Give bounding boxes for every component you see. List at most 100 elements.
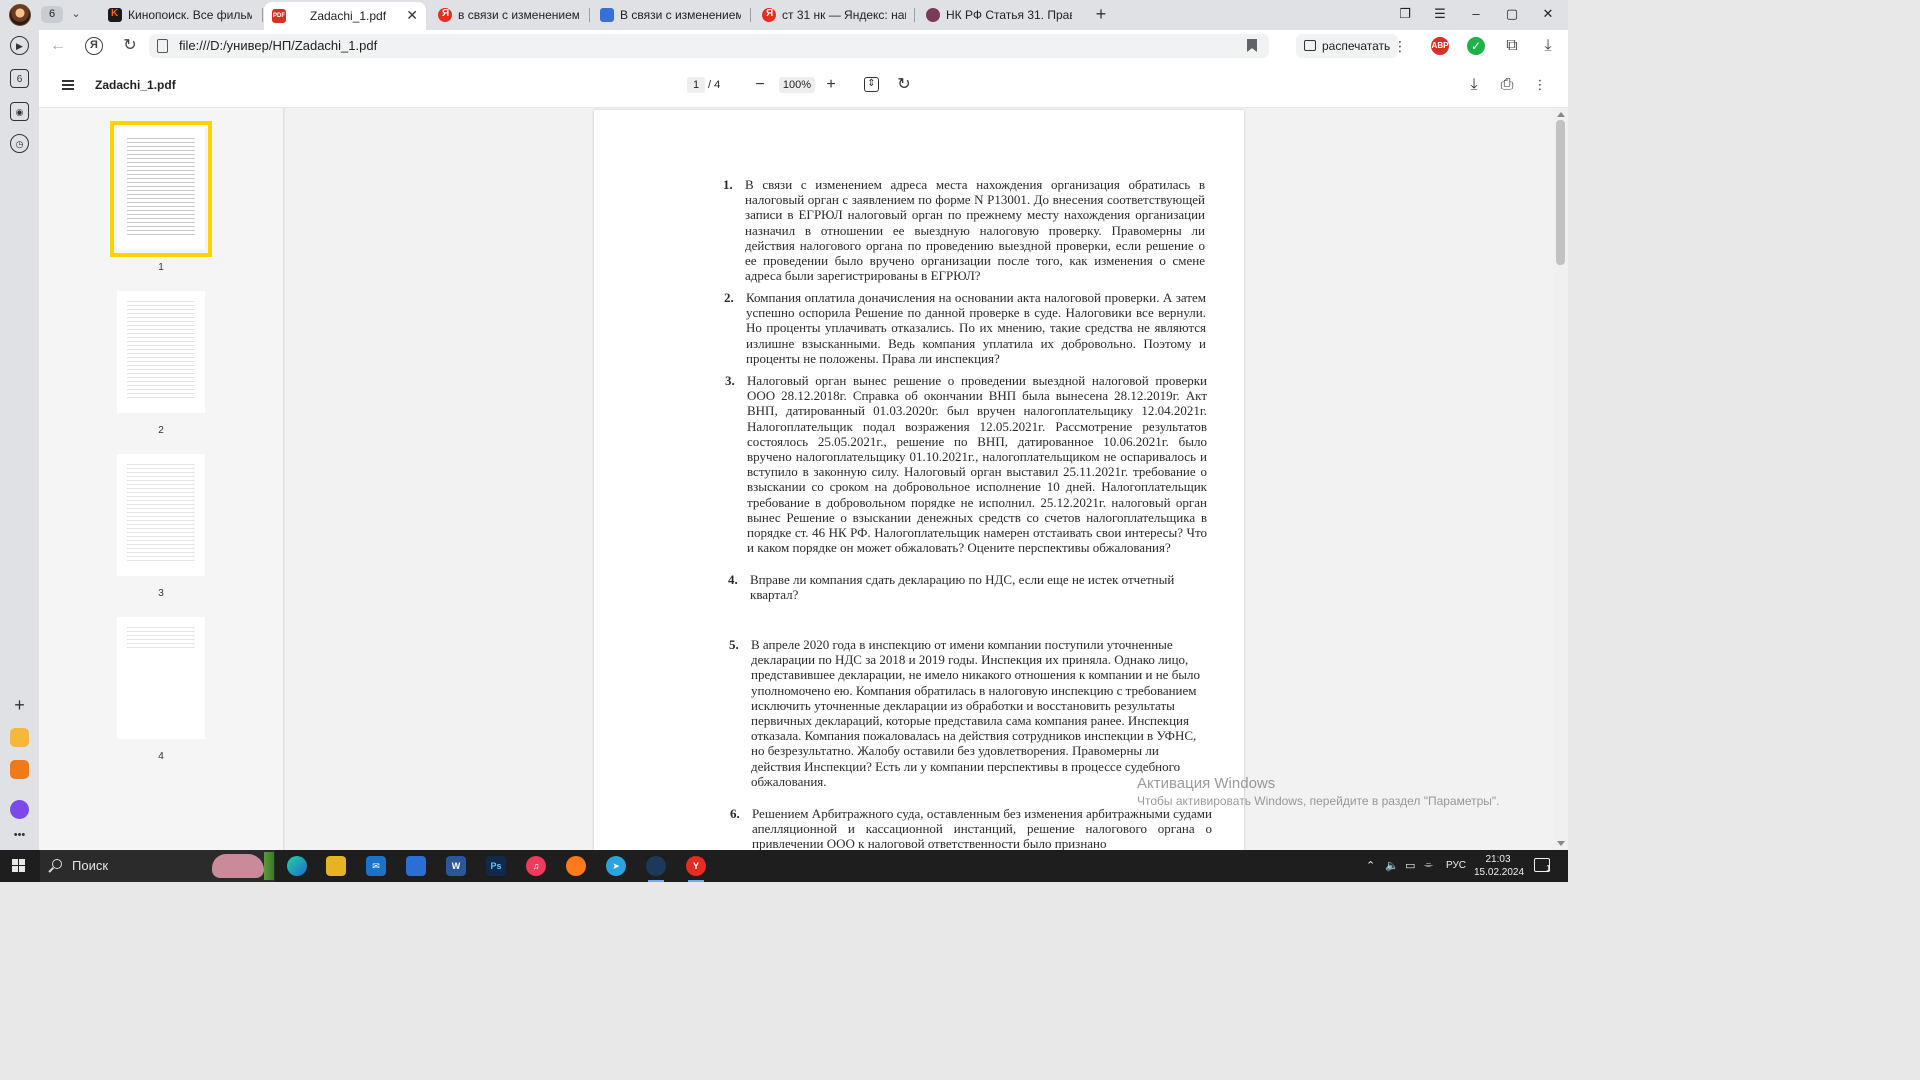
current-page-input[interactable]: 1 xyxy=(687,77,705,93)
word-app-icon[interactable]: W xyxy=(446,856,466,876)
tab-label: в связи с изменением адр xyxy=(458,8,579,22)
activation-watermark-text: Чтобы активировать Windows, перейдите в … xyxy=(1137,794,1500,808)
tab-separator xyxy=(914,8,915,22)
clock-date: 15.02.2024 xyxy=(1474,867,1525,878)
question-text: Налоговый орган вынес решение о проведен… xyxy=(747,373,1207,556)
url-field[interactable]: file:///D:/универ/НП/Zadachi_1.pdf xyxy=(149,34,1269,58)
download-icon[interactable]: ⤓ xyxy=(1464,75,1484,95)
system-clock[interactable]: 21:03 15.02.2024 xyxy=(1474,853,1525,879)
thumbnail-label: 4 xyxy=(158,751,164,762)
thumbnail-label: 1 xyxy=(158,262,164,273)
page-thumbnail-3[interactable] xyxy=(117,454,205,576)
maximize-icon[interactable]: ▢ xyxy=(1503,6,1521,22)
tab-zadachi-pdf[interactable]: PDF Zadachi_1.pdf ✕ xyxy=(264,2,426,30)
play-icon[interactable]: ▶ xyxy=(10,36,29,55)
page-thumbnail-4[interactable] xyxy=(117,617,205,739)
checkmark-extension-icon[interactable]: ✓ xyxy=(1467,37,1485,55)
messenger-app-icon[interactable] xyxy=(10,728,29,747)
tab-count-badge[interactable]: 6 xyxy=(41,6,63,23)
history-clock-icon[interactable]: ◷ xyxy=(10,134,29,153)
alice-assistant-icon[interactable] xyxy=(10,800,29,819)
hamburger-menu-icon[interactable] xyxy=(62,80,74,90)
search-highlight-image xyxy=(264,852,274,880)
tab-yandex-search-2[interactable]: Я ст 31 нк — Яндекс: нашло xyxy=(754,3,912,27)
wifi-icon[interactable]: ⌯ xyxy=(1424,859,1433,872)
page-icon xyxy=(157,39,168,53)
tab-nk-rf[interactable]: НК РФ Статья 31. Права н xyxy=(918,3,1078,27)
question-3: 3. Налоговый орган вынес решение о прове… xyxy=(725,373,1207,556)
add-panel-icon[interactable]: + xyxy=(10,696,29,715)
bookmark-icon[interactable] xyxy=(1247,39,1257,52)
address-bar: ← Я ↻ file:///D:/универ/НП/Zadachi_1.pdf… xyxy=(39,30,1568,62)
taskbar-search[interactable]: Поиск xyxy=(40,850,275,882)
vertical-scrollbar[interactable] xyxy=(1553,108,1568,850)
scroll-down-icon[interactable] xyxy=(1557,841,1565,846)
adblock-plus-icon[interactable]: ABP xyxy=(1431,37,1449,55)
more-dots-icon[interactable]: ••• xyxy=(10,826,29,845)
search-label: Поиск xyxy=(72,858,109,873)
zoom-level[interactable]: 100% xyxy=(779,77,815,93)
scroll-up-icon[interactable] xyxy=(1557,112,1565,117)
back-arrow-icon[interactable]: ← xyxy=(49,37,67,55)
photoshop-app-icon[interactable]: Ps xyxy=(486,856,506,876)
screenshot-icon[interactable]: ◉ xyxy=(10,102,29,121)
profile-avatar[interactable] xyxy=(9,4,31,26)
tab-collections-icon[interactable]: ❐ xyxy=(1396,6,1414,22)
print-icon[interactable]: ⎙ xyxy=(1497,75,1517,95)
telegram-app-icon[interactable]: ➤ xyxy=(606,856,626,876)
zoom-out-icon[interactable]: − xyxy=(750,75,770,95)
tab-count-sidebar-icon[interactable]: 6 xyxy=(10,69,29,88)
steam-app-icon[interactable] xyxy=(646,856,666,882)
search-highlight-image xyxy=(212,854,264,878)
question-2: 2. Компания оплатила доначисления на осн… xyxy=(724,290,1206,366)
browser-menu-icon[interactable]: ☰ xyxy=(1431,6,1449,22)
abp-label: ABP xyxy=(1431,41,1449,50)
itunes-app-icon[interactable]: ♫ xyxy=(526,856,546,876)
zoom-in-icon[interactable]: + xyxy=(821,75,841,95)
pdf-toolbar: Zadachi_1.pdf 1 / 4 − 100% + ⇕ ↻ ⤓ ⎙ ⋮ xyxy=(39,62,1568,108)
close-tab-icon[interactable]: ✕ xyxy=(406,7,418,24)
reload-icon[interactable]: ↻ xyxy=(121,37,139,55)
question-1: 1. В связи с изменением адреса места нах… xyxy=(723,177,1205,283)
network-icon[interactable]: ▭ xyxy=(1405,859,1415,872)
new-tab-button[interactable]: + xyxy=(1092,5,1110,23)
yandex-browser-icon[interactable]: Y xyxy=(686,856,706,882)
browser-sidebar: ▶ 6 ◉ ◷ + ••• xyxy=(0,30,39,850)
mail-app-icon[interactable] xyxy=(10,760,29,779)
chevron-down-icon[interactable]: ⌄ xyxy=(68,6,84,23)
store-app-icon[interactable] xyxy=(406,856,426,876)
fit-page-icon[interactable]: ⇕ xyxy=(864,77,879,92)
tab-kinopoisk[interactable]: K Кинопоиск. Все фильмы п xyxy=(100,3,258,27)
scrollbar-thumb[interactable] xyxy=(1556,120,1565,265)
printer-icon xyxy=(1304,40,1316,51)
pdf-favicon-icon: PDF xyxy=(272,9,286,23)
question-text: Компания оплатила доначисления на основа… xyxy=(746,290,1206,366)
yandex-home-icon[interactable]: Я xyxy=(85,37,103,55)
thumbnail-label: 2 xyxy=(158,425,164,436)
print-button[interactable]: распечатать xyxy=(1296,34,1399,58)
document-viewer[interactable]: 1. В связи с изменением адреса места нах… xyxy=(285,108,1553,850)
more-options-icon[interactable]: ⋮ xyxy=(1391,37,1409,55)
close-window-icon[interactable]: ✕ xyxy=(1539,6,1557,22)
volume-icon[interactable]: 🔈 xyxy=(1385,859,1399,872)
page-thumbnail-1[interactable] xyxy=(110,121,212,257)
language-indicator[interactable]: РУС xyxy=(1446,860,1466,871)
edge-app-icon[interactable] xyxy=(287,856,307,876)
more-options-icon[interactable]: ⋮ xyxy=(1530,75,1550,95)
downloads-icon[interactable]: ⤓ xyxy=(1539,37,1557,55)
question-text: В апреле 2020 года в инспекцию от имени … xyxy=(751,637,1201,789)
activation-watermark-title: Активация Windows xyxy=(1137,775,1276,792)
page-total: / 4 xyxy=(708,79,721,91)
rotate-icon[interactable]: ↻ xyxy=(894,75,914,95)
tab-yandex-search-1[interactable]: Я в связи с изменением адр xyxy=(430,3,585,27)
page-thumbnail-2[interactable] xyxy=(117,291,205,413)
file-explorer-icon[interactable] xyxy=(326,856,346,876)
question-4: 4. Вправе ли компания сдать декларацию п… xyxy=(728,572,1180,602)
windows-start-icon[interactable] xyxy=(12,859,26,873)
extensions-icon[interactable]: ⧉ xyxy=(1503,37,1521,55)
minimize-icon[interactable]: – xyxy=(1467,6,1485,21)
yandex-music-icon[interactable] xyxy=(566,856,586,876)
tab-reference-site[interactable]: В связи с изменением адр xyxy=(592,3,747,27)
mail-app-icon[interactable]: ✉ xyxy=(366,856,386,876)
tray-chevron-up-icon[interactable]: ⌃ xyxy=(1366,859,1375,872)
